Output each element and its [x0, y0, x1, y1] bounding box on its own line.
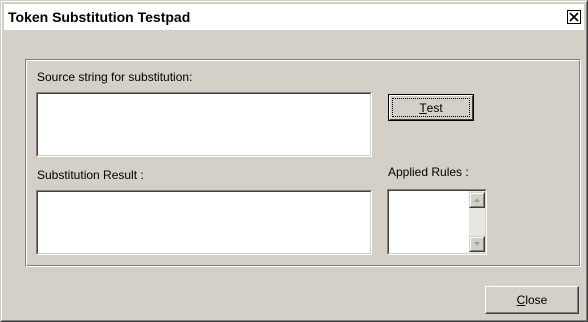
rules-scrollbar[interactable] [469, 191, 485, 253]
test-button-mnemonic: T [419, 100, 427, 115]
rules-list-frame [387, 189, 487, 255]
title-bar[interactable]: Token Substitution Testpad [4, 4, 584, 30]
test-button[interactable]: Test [388, 94, 474, 121]
source-input[interactable] [37, 93, 371, 156]
close-button-caption: Close [486, 287, 578, 313]
dialog-window: Token Substitution Testpad Source string… [0, 0, 588, 322]
arrow-down-icon [474, 242, 480, 246]
close-button-label: lose [525, 293, 548, 307]
close-icon[interactable] [567, 10, 581, 24]
result-field-frame [36, 190, 372, 255]
result-output[interactable] [37, 191, 371, 254]
rules-label: Applied Rules : [388, 165, 469, 179]
source-field-frame [36, 92, 372, 157]
close-button-mnemonic: C [516, 293, 526, 307]
source-label: Source string for substitution: [37, 70, 193, 84]
dialog-frame: Token Substitution Testpad Source string… [1, 1, 587, 321]
scroll-down-button[interactable] [469, 236, 485, 252]
result-label: Substitution Result : [37, 168, 144, 182]
test-button-label: est [426, 100, 443, 115]
close-button[interactable]: Close [485, 286, 579, 314]
test-button-caption: Test [389, 95, 473, 120]
scroll-up-button[interactable] [469, 192, 485, 208]
rules-list[interactable] [390, 192, 467, 252]
window-title: Token Substitution Testpad [8, 9, 191, 25]
arrow-up-icon [474, 198, 480, 202]
